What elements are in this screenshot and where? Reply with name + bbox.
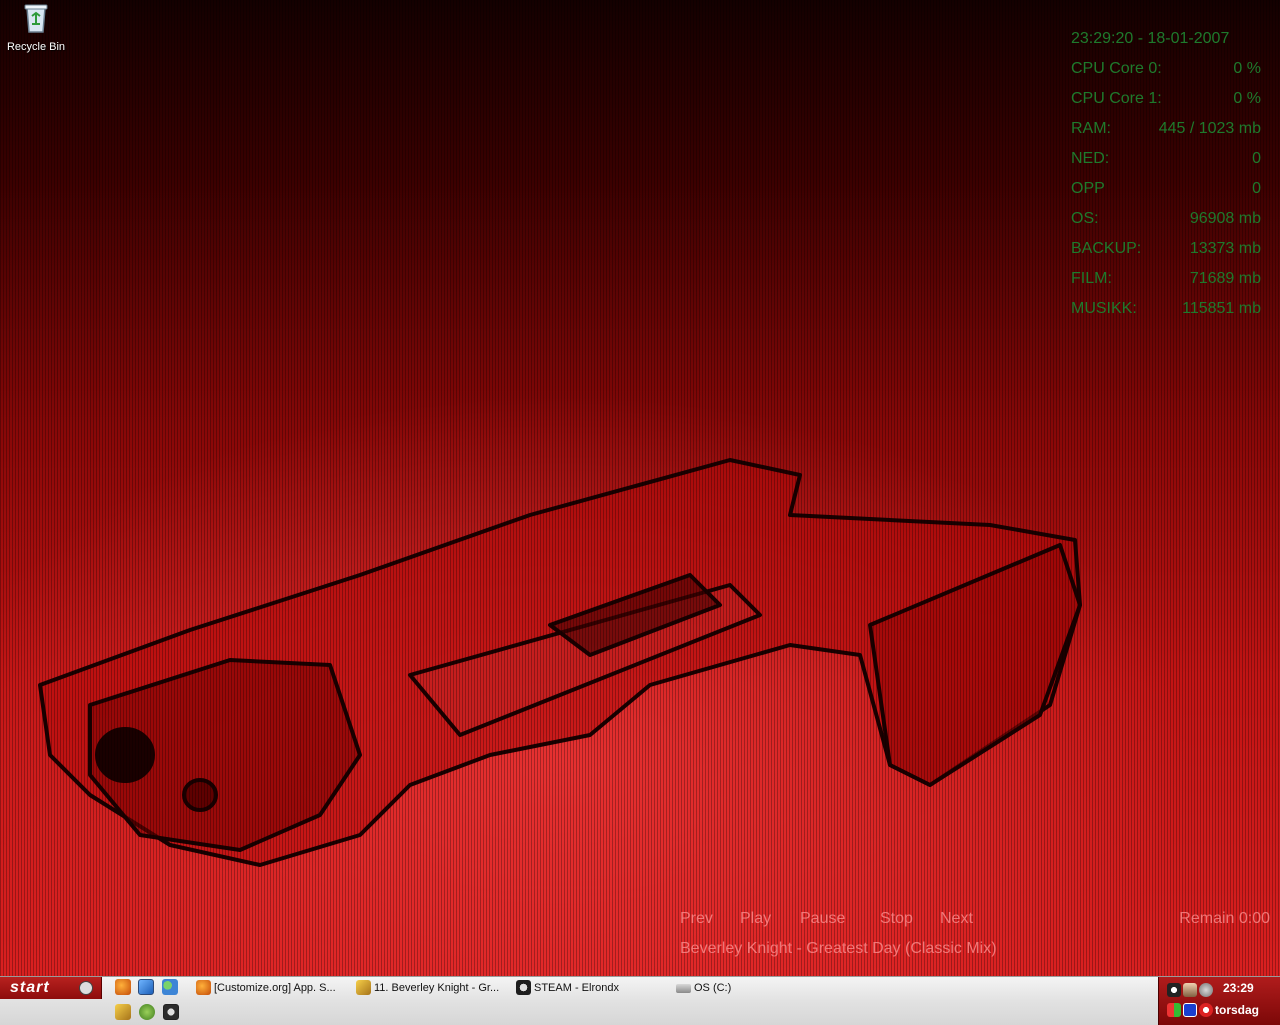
winamp-icon[interactable] (115, 1004, 131, 1020)
tray-day: torsdag (1215, 1003, 1260, 1017)
steam-icon (516, 980, 531, 995)
task-button-winamp[interactable]: 11. Beverley Knight - Gr... (354, 978, 510, 998)
start-orb-icon (79, 981, 93, 995)
desktop-icon-recycle-bin[interactable]: Recycle Bin (4, 2, 68, 53)
system-monitor: 23:29:20 - 18-01-2007 CPU Core 0: 0 % CPU… (1071, 28, 1261, 328)
sysmon-row-cpu1: CPU Core 1: 0 % (1071, 88, 1261, 118)
play-button[interactable]: Play (740, 908, 800, 932)
sysmon-row-ned: NED: 0 (1071, 148, 1261, 178)
steam-icon[interactable] (163, 1004, 179, 1020)
next-button[interactable]: Next (940, 908, 1000, 932)
sysmon-label: NED: (1071, 150, 1110, 167)
sysmon-label: OS: (1071, 210, 1099, 227)
sysmon-label: CPU Core 0: (1071, 60, 1162, 77)
flag-tray-icon[interactable] (1167, 1003, 1181, 1017)
start-label: start (10, 979, 50, 996)
sysmon-value: 0 (1252, 150, 1261, 167)
sysmon-label: CPU Core 1: (1071, 90, 1162, 107)
player-controls: Prev Play Pause Stop Next Remain 0:00 (680, 908, 1270, 932)
task-button-explorer[interactable]: OS (C:) (674, 978, 830, 998)
ie-icon[interactable] (138, 979, 154, 995)
system-tray: 23:29 torsdag (1158, 977, 1280, 1025)
antivirus-tray-icon[interactable] (1199, 1003, 1213, 1017)
utorrent-icon[interactable] (139, 1004, 155, 1020)
firefox-icon (196, 980, 211, 995)
task-label: STEAM - Elrondx (534, 982, 619, 994)
sysmon-row-musikk: MUSIKK: 115851 mb (1071, 298, 1261, 328)
sysmon-row-ram: RAM: 445 / 1023 mb (1071, 118, 1261, 148)
task-label: 11. Beverley Knight - Gr... (374, 982, 500, 994)
drive-icon (676, 984, 691, 993)
task-label: [Customize.org] App. S... (214, 982, 336, 994)
task-button-steam[interactable]: STEAM - Elrondx (514, 978, 670, 998)
sysmon-value: 0 % (1233, 90, 1261, 107)
msn-messenger-icon[interactable] (162, 979, 178, 995)
tray-clock[interactable]: 23:29 (1223, 981, 1254, 995)
sysmon-row-os: OS: 96908 mb (1071, 208, 1261, 238)
media-tray-icon[interactable] (1183, 1003, 1197, 1017)
stop-button[interactable]: Stop (880, 908, 940, 932)
winamp-icon (356, 980, 371, 995)
sysmon-label: MUSIKK: (1071, 300, 1137, 317)
sysmon-value: 71689 mb (1189, 270, 1261, 287)
sysmon-value: 115851 mb (1182, 300, 1261, 317)
sysmon-label: FILM: (1071, 270, 1112, 287)
pause-button[interactable]: Pause (800, 908, 880, 932)
wallpaper-art (38, 458, 1082, 867)
sysmon-value: 96908 mb (1189, 210, 1261, 227)
sysmon-label: OPP (1071, 180, 1105, 197)
task-button-firefox[interactable]: [Customize.org] App. S... (194, 978, 350, 998)
task-label: OS (C:) (694, 982, 732, 994)
start-button[interactable]: start (0, 977, 102, 999)
remaining-time: Remain 0:00 (1179, 910, 1270, 927)
sysmon-value: 0 (1252, 180, 1261, 197)
network-tray-icon[interactable] (1199, 983, 1213, 997)
sysmon-row-backup: BACKUP: 13373 mb (1071, 238, 1261, 268)
firefox-icon[interactable] (115, 979, 131, 995)
sysmon-value: 445 / 1023 mb (1158, 120, 1261, 137)
sysmon-row-film: FILM: 71689 mb (1071, 268, 1261, 298)
sysmon-label: BACKUP: (1071, 240, 1142, 257)
sysmon-clock-text: 23:29:20 - 18-01-2007 (1071, 30, 1230, 47)
sysmon-row-cpu0: CPU Core 0: 0 % (1071, 58, 1261, 88)
desktop-icon-label: Recycle Bin (6, 41, 66, 53)
recycle-bin-icon (24, 4, 48, 33)
user-tray-icon[interactable] (1183, 983, 1197, 997)
sysmon-value: 13373 mb (1189, 240, 1261, 257)
sysmon-clock: 23:29:20 - 18-01-2007 (1071, 28, 1261, 58)
steam-tray-icon[interactable] (1167, 983, 1181, 997)
sysmon-label: RAM: (1071, 120, 1111, 137)
desktop: Recycle Bin 23:29:20 - 18-01-2007 CPU Co… (0, 0, 1280, 976)
now-playing-track: Beverley Knight - Greatest Day (Classic … (680, 940, 997, 957)
taskbar: start [Customize.org] App. S... 11. Beve… (0, 976, 1280, 1025)
prev-button[interactable]: Prev (680, 908, 740, 932)
media-player-overlay: Prev Play Pause Stop Next Remain 0:00 Be… (680, 908, 1270, 960)
sysmon-row-opp: OPP 0 (1071, 178, 1261, 208)
sysmon-value: 0 % (1233, 60, 1261, 77)
